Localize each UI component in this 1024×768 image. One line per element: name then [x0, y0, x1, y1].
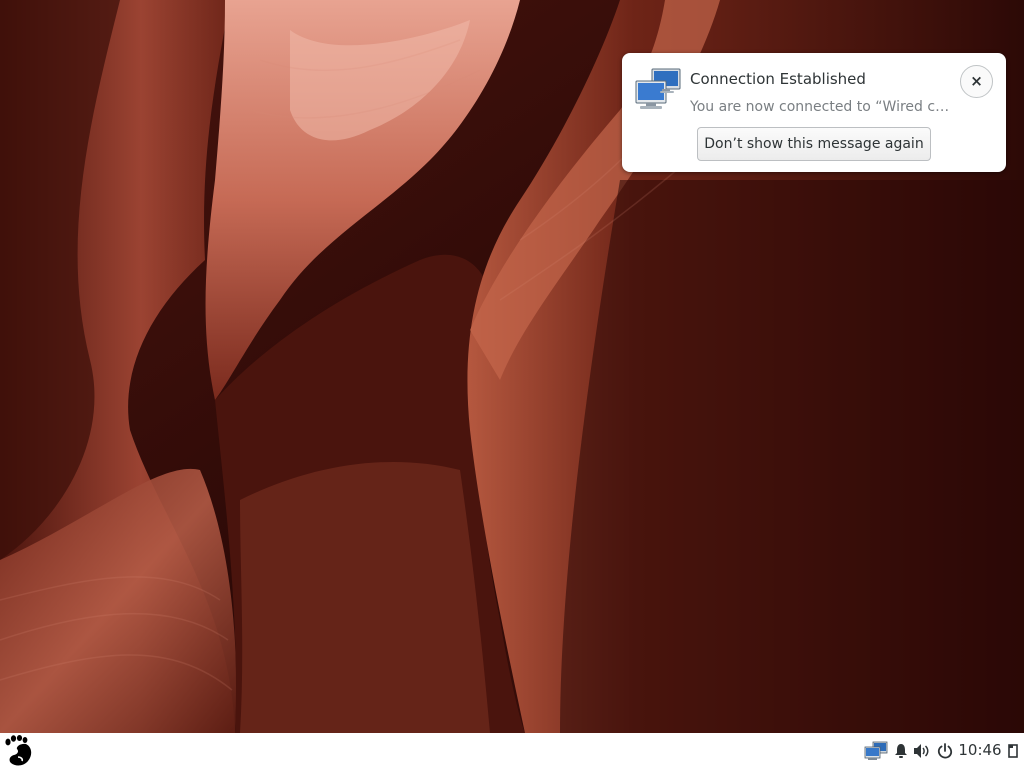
- dont-show-again-button[interactable]: Don’t show this message again: [697, 127, 931, 161]
- power-icon[interactable]: [935, 733, 955, 768]
- window-tray-graphic: [1008, 743, 1018, 758]
- gnome-foot-icon[interactable]: [4, 735, 34, 767]
- notification-close-button[interactable]: ×: [960, 65, 993, 98]
- desktop-wallpaper: Connection Established You are now conne…: [0, 0, 1024, 733]
- bell-icon[interactable]: [892, 733, 910, 768]
- volume-tray-graphic: [914, 743, 929, 758]
- bell-tray-graphic: [895, 743, 907, 758]
- notification-body: You are now connected to “Wired conn…: [690, 99, 956, 115]
- power-tray-graphic: [937, 742, 953, 758]
- clock[interactable]: 10:46: [958, 733, 1002, 768]
- volume-icon[interactable]: [912, 733, 932, 768]
- network-icon[interactable]: [864, 733, 888, 768]
- window-icon[interactable]: [1005, 733, 1021, 768]
- notification-popup[interactable]: Connection Established You are now conne…: [622, 53, 1006, 172]
- notification-title: Connection Established: [690, 70, 866, 88]
- network-tray-graphic: [864, 741, 888, 760]
- bottom-panel: 10:46: [0, 733, 1024, 768]
- network-wired-icon: [635, 68, 681, 109]
- close-icon: ×: [970, 72, 983, 90]
